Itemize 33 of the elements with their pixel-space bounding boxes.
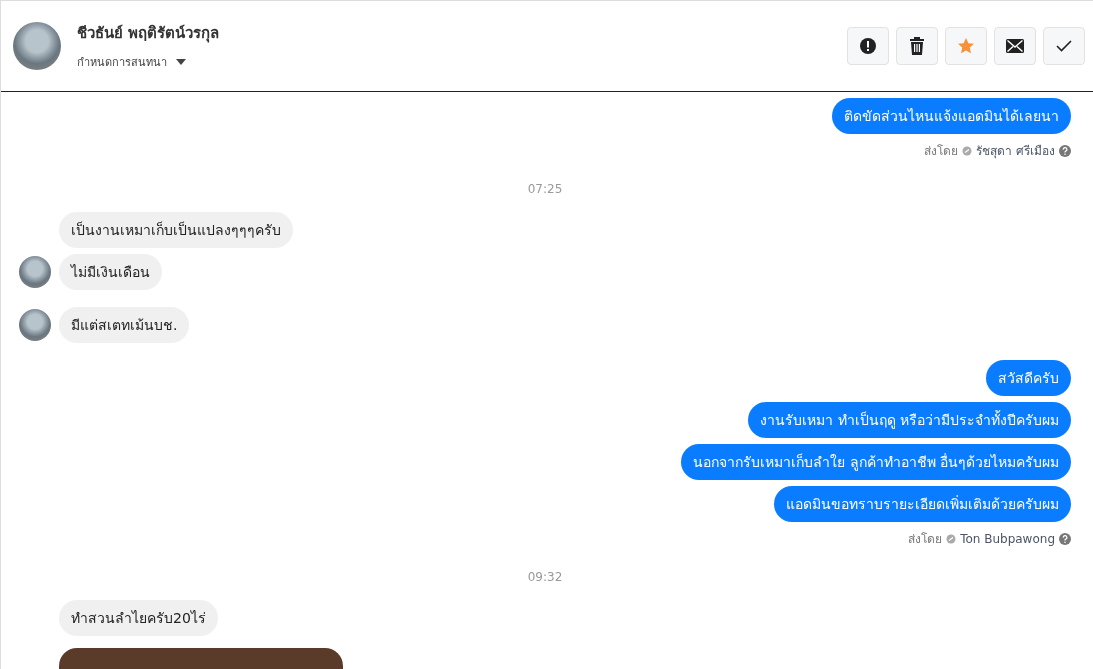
trash-icon bbox=[909, 37, 925, 55]
received-message: ทำสวนลำไยครับ20ไร่ bbox=[59, 600, 218, 636]
unread-button[interactable] bbox=[994, 27, 1036, 65]
timestamp: 07:25 bbox=[526, 182, 564, 196]
sent-message: สวัสดีครับ bbox=[986, 360, 1071, 396]
checkmark-icon bbox=[1056, 40, 1072, 52]
sent-message: แอดมินขอทราบรายะเอียดเพิ่มเติมด้วยครับผม bbox=[774, 486, 1071, 522]
avatar bbox=[13, 22, 61, 70]
sent-by-label: ส่งโดย bbox=[908, 531, 943, 548]
envelope-icon bbox=[1006, 39, 1024, 53]
help-icon[interactable] bbox=[1059, 144, 1071, 157]
received-message: เป็นงานเหมาเก็บเป็นแปลงๆๆๆครับ bbox=[59, 212, 293, 248]
spam-button[interactable] bbox=[847, 27, 889, 65]
sender-name[interactable]: รัชสุดา ศรีเมือง bbox=[976, 141, 1055, 160]
help-icon[interactable] bbox=[1059, 532, 1071, 545]
conversation-menu[interactable]: กำหนดการสนทนา bbox=[77, 53, 847, 71]
verified-icon bbox=[962, 145, 973, 156]
contact-name: ชีวธันย์ พฤติรัตน์วรกุล bbox=[77, 23, 221, 45]
timestamp: 09:32 bbox=[526, 570, 564, 584]
star-button[interactable] bbox=[945, 27, 987, 65]
received-message: มีแต่สเตทเม้นบช. bbox=[59, 307, 190, 343]
delete-button[interactable] bbox=[896, 27, 938, 65]
verified-icon bbox=[946, 533, 957, 544]
sent-by-label: ส่งโดย bbox=[924, 143, 959, 160]
received-message: ไม่มีเงินเดือน bbox=[59, 254, 162, 290]
exclamation-icon bbox=[859, 37, 877, 55]
done-button[interactable] bbox=[1043, 27, 1085, 65]
sent-message: นอกจากรับเหมาเก็บลำใย ลูกค้าทำอาชีพ อื่นๆด้วยไหมครับผม bbox=[681, 444, 1071, 480]
sent-message: งานรับเหมา ทำเป็นฤดู หรือว่ามีประจำทั้งปีครับผม bbox=[748, 402, 1071, 438]
star-icon bbox=[957, 37, 975, 55]
sent-message: ติดขัดส่วนไหนแจ้งแอดมินได้เลยนา bbox=[832, 98, 1071, 134]
caret-icon bbox=[175, 58, 187, 66]
sender-name[interactable]: Ton Bubpawong bbox=[960, 531, 1055, 546]
